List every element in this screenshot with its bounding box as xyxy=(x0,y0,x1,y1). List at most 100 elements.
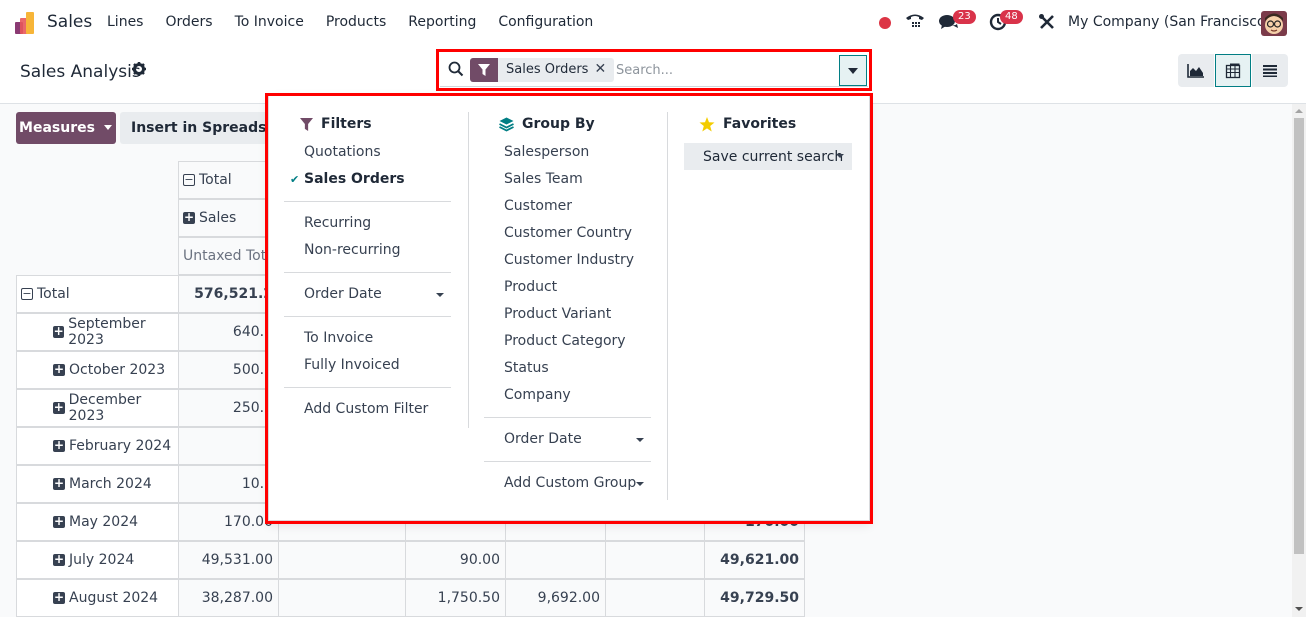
scroll-down-arrow-icon[interactable] xyxy=(1292,604,1306,614)
groupby-option[interactable]: Sales Team xyxy=(504,166,659,193)
app-name[interactable]: Sales xyxy=(47,12,92,32)
groupby-option[interactable]: Product Variant xyxy=(504,301,659,328)
groupby-option[interactable]: Salesperson xyxy=(504,139,659,166)
groupby-option[interactable]: Customer Industry xyxy=(504,247,659,274)
expand-plus-icon[interactable]: + xyxy=(53,477,65,490)
save-current-search-button[interactable]: Save current search xyxy=(684,143,852,170)
groupby-label: Customer Country xyxy=(504,225,633,241)
search-input[interactable] xyxy=(616,60,836,80)
row-header[interactable]: + August 2024 xyxy=(16,579,179,617)
collapse-minus-icon[interactable]: − xyxy=(21,288,33,300)
cell-value: 49,729.50 xyxy=(720,590,799,606)
add-custom-filter[interactable]: Add Custom Filter xyxy=(304,396,482,423)
groupby-option[interactable]: Product Category xyxy=(504,328,659,355)
row-header[interactable]: + February 2024 xyxy=(16,427,179,465)
row-header[interactable]: + December 2023 xyxy=(16,389,179,427)
pivot-cell[interactable]: 170.00 xyxy=(178,503,279,541)
filter-fully-invoiced[interactable]: Fully Invoiced xyxy=(304,352,482,379)
caret-down-icon xyxy=(103,125,112,130)
recording-indicator-icon[interactable] xyxy=(879,17,891,29)
expand-plus-icon[interactable]: + xyxy=(53,515,65,528)
list-view-button[interactable] xyxy=(1252,54,1288,87)
row-header[interactable]: + July 2024 xyxy=(16,541,179,579)
groupby-option[interactable]: Product xyxy=(504,274,659,301)
filter-to-invoice[interactable]: To Invoice xyxy=(304,325,482,352)
filter-non-recurring[interactable]: Non-recurring xyxy=(304,237,482,264)
pivot-cell[interactable]: 38,287.00 xyxy=(178,579,279,617)
row-header[interactable]: + October 2023 xyxy=(16,351,179,389)
menu-orders[interactable]: Orders xyxy=(165,14,212,30)
pivot-cell[interactable]: 49,531.00 xyxy=(178,541,279,579)
filters-group-2: Recurring Non-recurring xyxy=(304,210,482,264)
tools-icon[interactable] xyxy=(1038,13,1056,35)
filter-sales-orders[interactable]: ✔ Sales Orders xyxy=(290,166,482,193)
menu-configuration[interactable]: Configuration xyxy=(498,14,593,30)
filter-order-date[interactable]: Order Date xyxy=(304,281,444,308)
groupby-order-date[interactable]: Order Date xyxy=(504,426,644,453)
menu-reporting[interactable]: Reporting xyxy=(408,14,476,30)
search-options-toggle[interactable] xyxy=(839,55,867,86)
pivot-cell[interactable]: 640.0 xyxy=(178,313,279,351)
column-divider xyxy=(667,112,668,500)
menu-lines[interactable]: Lines xyxy=(107,14,143,30)
user-avatar[interactable] xyxy=(1261,11,1287,36)
pivot-cell[interactable] xyxy=(605,541,705,579)
company-switcher[interactable]: My Company (San Francisco) xyxy=(1068,14,1271,30)
gear-icon[interactable] xyxy=(132,62,146,80)
pivot-cell[interactable]: 500.0 xyxy=(178,351,279,389)
search-icon[interactable] xyxy=(448,61,464,81)
graph-view-button[interactable] xyxy=(1178,54,1214,87)
measures-button[interactable]: Measures xyxy=(16,112,116,144)
scroll-up-arrow-icon[interactable] xyxy=(1292,106,1306,116)
expand-plus-icon[interactable]: + xyxy=(183,211,195,224)
pivot-view-button[interactable] xyxy=(1215,54,1251,87)
groupby-option[interactable]: Customer xyxy=(504,193,659,220)
menu-to-invoice[interactable]: To Invoice xyxy=(235,14,304,30)
pivot-cell[interactable]: 1,750.50 xyxy=(405,579,506,617)
pivot-cell[interactable] xyxy=(505,541,606,579)
favorites-title-text: Favorites xyxy=(723,116,797,132)
expand-plus-icon[interactable]: + xyxy=(53,325,65,338)
filter-label: Quotations xyxy=(304,144,381,160)
pivot-cell[interactable]: 49,729.50 xyxy=(704,579,805,617)
row-header[interactable]: + May 2024 xyxy=(16,503,179,541)
expand-plus-icon[interactable]: + xyxy=(53,363,65,376)
row-header[interactable]: + March 2024 xyxy=(16,465,179,503)
row-header[interactable]: − Total xyxy=(16,275,179,313)
pivot-cell[interactable] xyxy=(605,579,705,617)
pivot-cell[interactable]: 90.00 xyxy=(405,541,506,579)
expand-plus-icon[interactable]: + xyxy=(53,439,65,452)
pivot-cell[interactable]: 10.0 xyxy=(178,465,279,503)
row-header[interactable]: + September 2023 xyxy=(16,313,179,351)
expand-plus-icon[interactable]: + xyxy=(53,553,65,566)
vertical-scrollbar[interactable] xyxy=(1292,104,1306,617)
row-label: February 2024 xyxy=(69,438,172,454)
groupby-option[interactable]: Status xyxy=(504,355,659,382)
pivot-cell[interactable] xyxy=(278,541,406,579)
add-custom-group[interactable]: Add Custom Group xyxy=(504,470,644,497)
group-by-column: Group By Salesperson Sales Team Customer Cu… xyxy=(484,112,659,497)
group-by-order-date: Order Date xyxy=(504,426,644,453)
col-header-sales[interactable]: + Sales xyxy=(178,199,279,237)
measure-header[interactable]: Untaxed Total xyxy=(178,237,279,275)
groupby-option[interactable]: Company xyxy=(504,382,659,409)
collapse-minus-icon[interactable]: − xyxy=(183,174,195,186)
insert-in-spreadsheet-button[interactable]: Insert in Spreadsheet xyxy=(120,112,280,144)
sales-app-logo-icon[interactable] xyxy=(15,12,39,34)
expand-plus-icon[interactable]: + xyxy=(53,401,65,414)
pivot-cell[interactable]: 250.0 xyxy=(178,389,279,427)
phone-icon[interactable] xyxy=(905,12,925,34)
facet-remove-icon[interactable]: ✕ xyxy=(594,58,614,82)
scrollbar-thumb[interactable] xyxy=(1294,118,1304,554)
filter-quotations[interactable]: Quotations xyxy=(304,139,482,166)
pivot-cell[interactable] xyxy=(278,579,406,617)
pivot-cell[interactable] xyxy=(178,427,279,465)
pivot-cell[interactable]: 576,521.2 xyxy=(178,275,279,313)
expand-plus-icon[interactable]: + xyxy=(53,591,65,604)
pivot-cell[interactable]: 49,621.00 xyxy=(704,541,805,579)
menu-products[interactable]: Products xyxy=(326,14,386,30)
groupby-option[interactable]: Customer Country xyxy=(504,220,659,247)
pivot-cell[interactable]: 9,692.00 xyxy=(505,579,606,617)
filter-recurring[interactable]: Recurring xyxy=(304,210,482,237)
col-header-total[interactable]: − Total xyxy=(178,161,279,199)
